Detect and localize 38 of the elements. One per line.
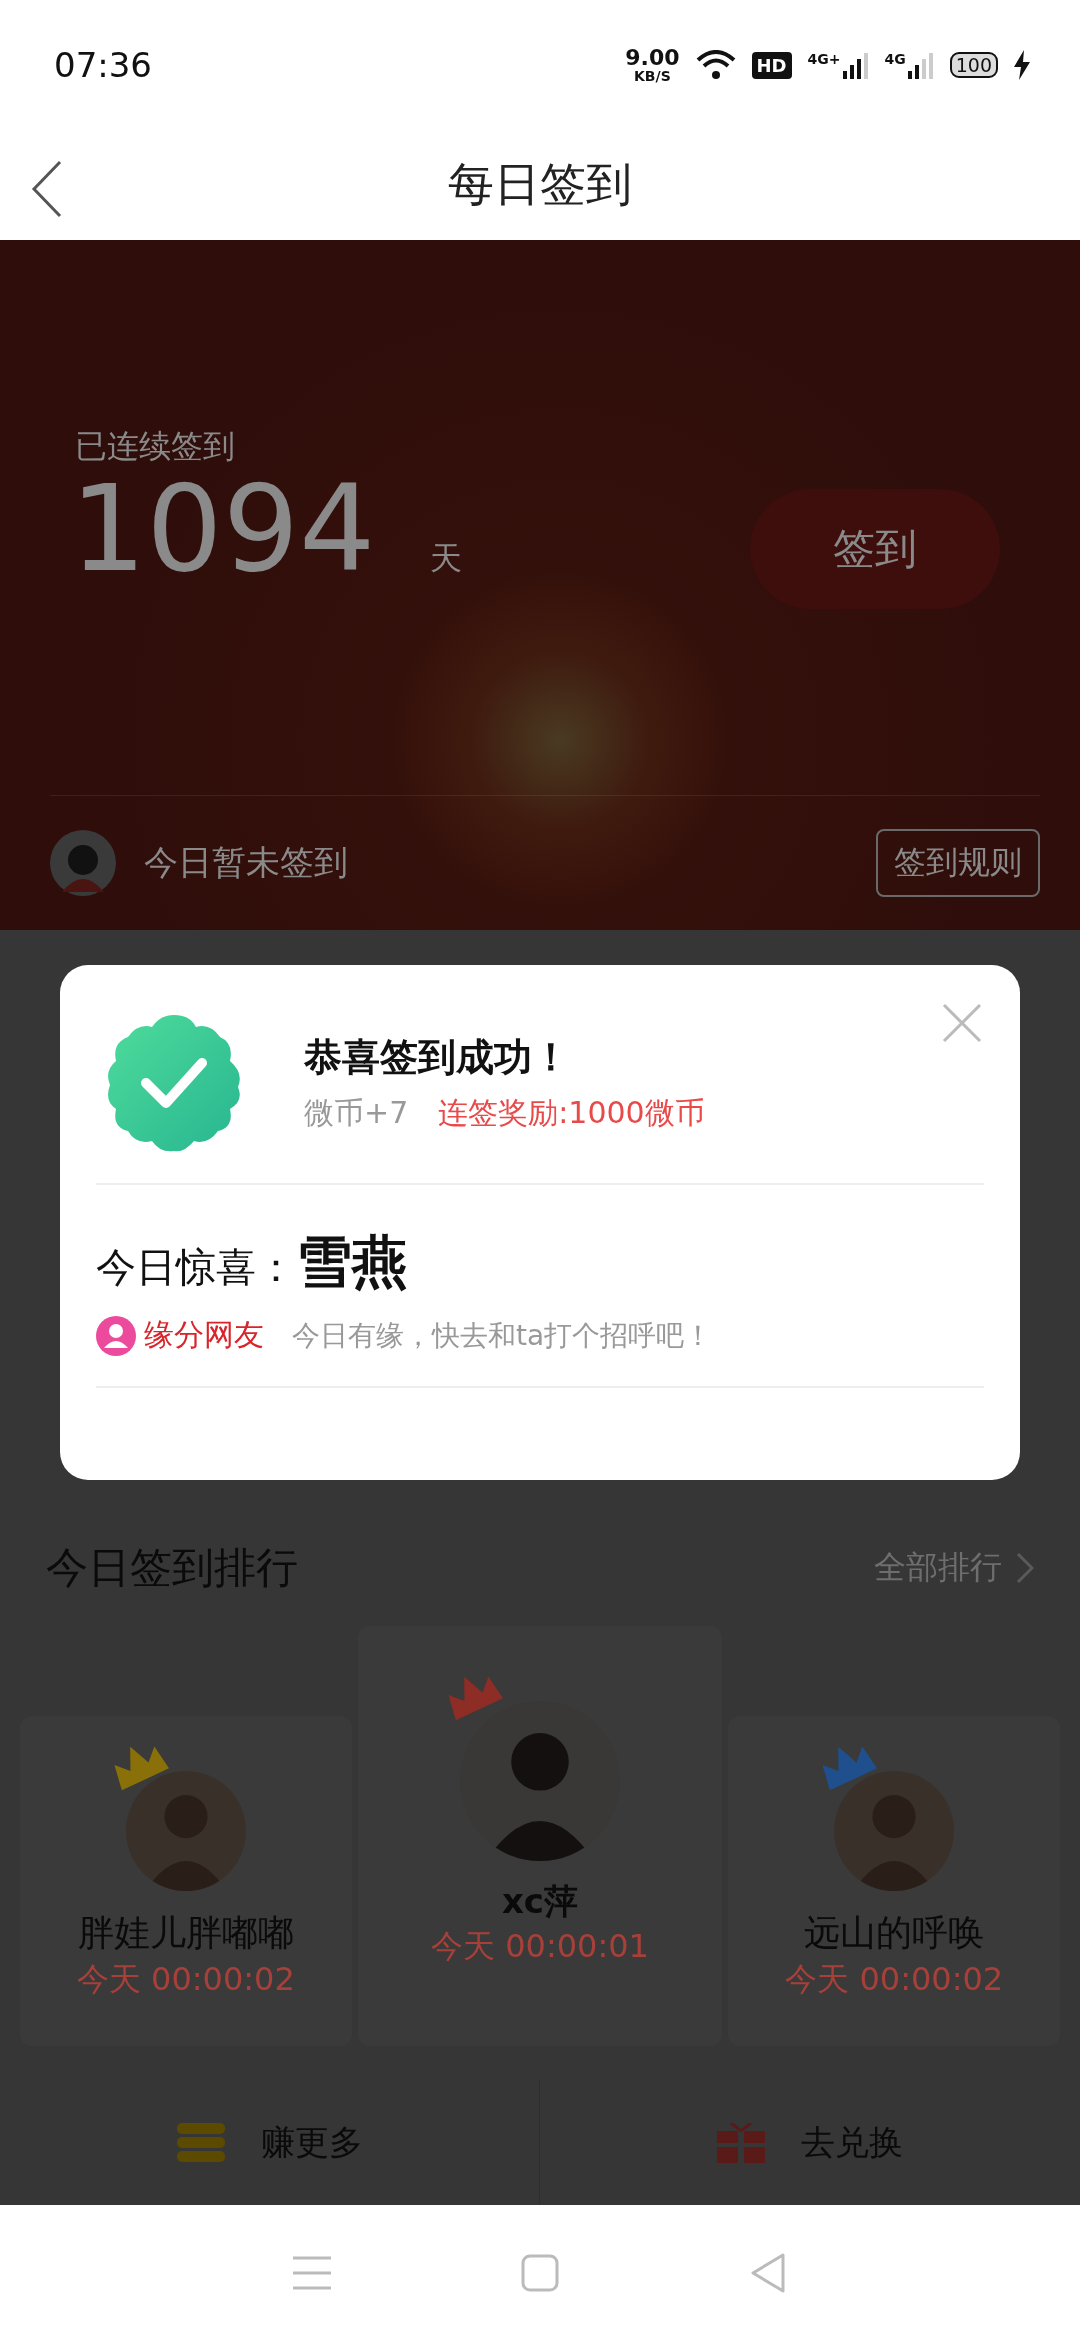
- speed-unit: KB/S: [634, 69, 671, 83]
- dialog-title: 恭喜签到成功！: [304, 1034, 571, 1081]
- checkin-time: 今天 00:00:02: [785, 1959, 1004, 2000]
- rules-button[interactable]: 签到规则: [876, 829, 1040, 897]
- network-label: 4G+: [807, 51, 841, 67]
- back-icon[interactable]: [30, 160, 64, 218]
- surprise-value: 雪燕: [296, 1228, 408, 1296]
- friend-tag[interactable]: 缘分网友: [144, 1315, 264, 1356]
- hd-badge: HD: [751, 51, 792, 79]
- signal-icon: [842, 51, 869, 79]
- all-ranking-link[interactable]: 全部排行: [874, 1546, 1034, 1590]
- clock: 07:36: [54, 45, 152, 85]
- user-icon: [96, 1315, 136, 1356]
- streak-reward: 连签奖励:1000微币: [438, 1094, 705, 1132]
- checkin-time: 今天 00:00:01: [431, 1926, 649, 1967]
- wifi-icon: [695, 50, 736, 80]
- greeting-hint: 今日有缘，快去和ta打个招呼吧！: [292, 1317, 713, 1354]
- close-icon[interactable]: [942, 1003, 982, 1043]
- gift-icon: [717, 2122, 765, 2163]
- menu-icon[interactable]: [293, 2255, 331, 2290]
- avatar-icon: [50, 830, 116, 896]
- coins-icon: [176, 2122, 225, 2163]
- coin-reward: 微币+7: [304, 1094, 409, 1132]
- checkin-time: 今天 00:00:02: [76, 1959, 295, 2000]
- streak-count: 1094: [70, 469, 376, 589]
- streak-unit: 天: [430, 538, 463, 579]
- home-icon[interactable]: [521, 2253, 559, 2292]
- checkin-status: 今日暂未签到: [144, 841, 348, 884]
- page-title: 每日签到: [448, 156, 632, 213]
- streak-label: 已连续签到: [75, 426, 235, 467]
- surprise-label: 今日惊喜：: [96, 1243, 296, 1292]
- checkin-button[interactable]: 签到: [750, 489, 1000, 609]
- chevron-right-icon: [1016, 1552, 1034, 1584]
- signal-icon: [907, 51, 934, 79]
- network-label: 4G: [884, 51, 906, 67]
- battery-level: 100: [949, 52, 998, 78]
- charging-icon: [1014, 50, 1030, 80]
- network-speed: 9.00: [625, 47, 680, 69]
